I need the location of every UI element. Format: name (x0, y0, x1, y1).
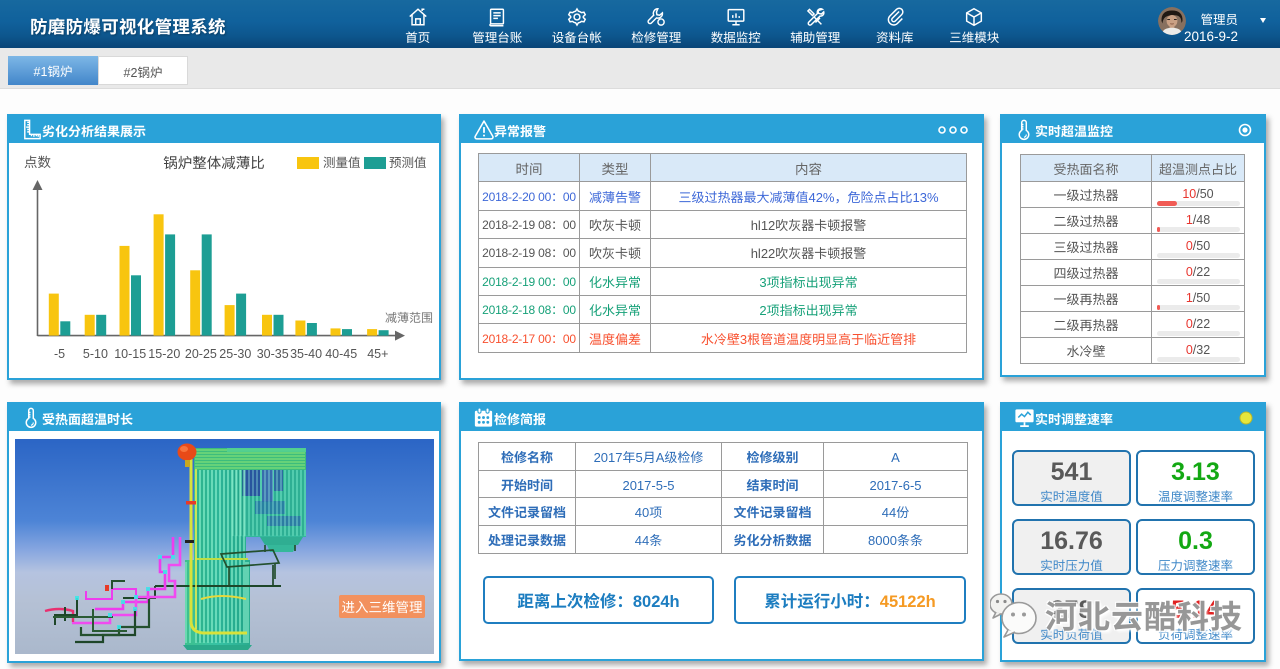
svg-text:-5: -5 (54, 343, 65, 362)
svg-text:35-40: 35-40 (290, 343, 322, 362)
svg-text:25-30: 25-30 (219, 343, 251, 362)
svg-text:30-35: 30-35 (257, 343, 289, 362)
svg-text:40-45: 40-45 (325, 343, 357, 362)
svg-text:15-20: 15-20 (148, 343, 180, 362)
svg-text:5-10: 5-10 (83, 343, 108, 362)
svg-text:锅炉整体减薄比: 锅炉整体减薄比 (163, 152, 265, 173)
svg-text:测量值: 测量值 (323, 152, 361, 171)
svg-text:10-15: 10-15 (114, 343, 146, 362)
svg-text:预测值: 预测值 (389, 152, 427, 171)
svg-text:45+: 45+ (367, 343, 388, 362)
svg-text:减薄范围: 减薄范围 (385, 309, 433, 326)
svg-text:点数: 点数 (24, 151, 51, 171)
svg-text:20-25: 20-25 (185, 343, 217, 362)
